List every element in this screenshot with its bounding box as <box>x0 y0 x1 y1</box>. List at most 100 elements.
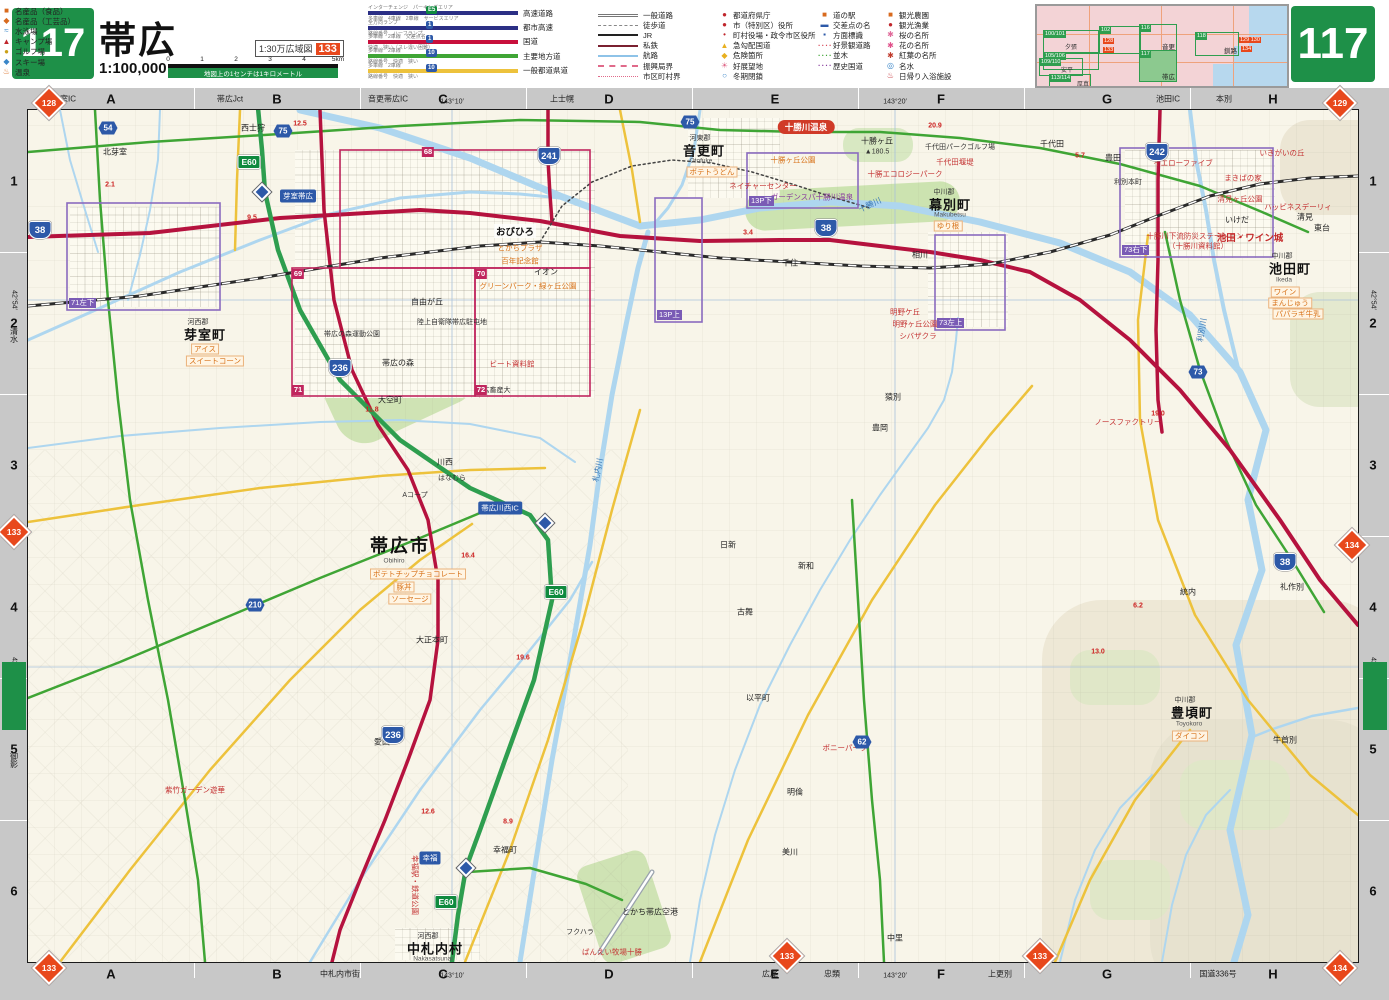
map-label: 帯広の森運動公園 <box>324 331 380 338</box>
grid-strip-top: A B C D E F G H 芽室IC 帯広Jct 音更帯広IC 上士幌 池田IC 本別 143°10′ 1… <box>0 88 1389 110</box>
map-label: 大空町 <box>378 395 402 405</box>
legend-facility-row: ■ 名産品（食品） <box>0 6 75 16</box>
city-inset-tag-72: 72 <box>474 385 488 395</box>
map-label: 20.9 <box>928 122 942 130</box>
route-badge-73: 73 <box>1188 365 1208 379</box>
legend-sight-row: ■ 観光農園 <box>884 10 952 20</box>
edge-helper: 音更帯広IC <box>368 94 408 104</box>
scale-bar-ticks: 0 1 2 3 4 5km <box>166 56 344 64</box>
legend-sight-row: ◎ 名水 <box>884 61 952 71</box>
grid-number-3: 3 <box>10 457 18 473</box>
page-inset-tag: 71左下 <box>69 298 97 308</box>
map-label: 帯広の森 <box>382 358 414 368</box>
route-badge-E60: E60 <box>544 585 568 599</box>
grid-tick <box>194 88 195 110</box>
map-label: Obihiro <box>383 557 405 565</box>
grid-tick <box>1024 88 1025 110</box>
legend-glyph: ≈ <box>4 26 9 36</box>
grid-letter-H: H <box>1268 966 1278 982</box>
map-label: 6.2 <box>1133 602 1143 610</box>
legend-glyph: ☀ <box>720 61 729 71</box>
map-label: 11.8 <box>365 406 379 414</box>
grid-tick <box>1358 252 1389 253</box>
grid-tick <box>360 88 361 110</box>
index-adjacent-page: 133 <box>1103 47 1115 53</box>
map-canvas[interactable]: 68 69 70 71 72 71左下 13P下 13P上 73左上 73右下 河西郡 芽室町 帯広市 O… <box>27 109 1359 963</box>
index-page-number: 118 <box>1196 33 1207 40</box>
page-inset-tag: 13P下 <box>749 196 774 206</box>
header: 117 帯広 1:100,000 1:30万広域図 133 0 1 2 3 4 5km 地… <box>0 0 1389 88</box>
index-adjacent-page: 129 130 <box>1239 37 1261 43</box>
page-link-number: 128 <box>41 98 57 108</box>
index-adjacent-page: 134 <box>1241 46 1253 52</box>
legend-glyph: ● <box>4 46 9 56</box>
grid-number-1: 1 <box>10 173 18 189</box>
scale-bar-note: 地図上の1センチは1キロメートル <box>168 68 338 78</box>
map-label: Ikeda <box>1276 276 1292 284</box>
map-label: 清見ヶ丘公園 <box>1217 194 1263 204</box>
edge-helper: 御影 <box>9 752 19 768</box>
legend-point-row: ◆ 危険箇所 <box>718 51 816 61</box>
index-place-name: 釧路 <box>1224 48 1237 55</box>
legend-point-row: ☀ 好展望地 <box>718 61 816 71</box>
map-label: ガーデンスパ十勝川温泉 <box>770 192 854 202</box>
map-label: 十勝ヶ丘 <box>861 136 893 146</box>
map-label: ノースファクトリー <box>1094 417 1162 427</box>
scale-tick: 5km <box>331 56 345 63</box>
scale-tick: 4 <box>302 56 306 63</box>
page-link-number: 134 <box>1344 540 1360 550</box>
grid-letter-H: H <box>1268 91 1278 107</box>
map-label: （十勝川資料館） <box>1168 241 1228 251</box>
index-page-number: 117 <box>1140 51 1151 58</box>
road-annotation: 多車線 2車線 <box>368 48 401 55</box>
scale-bar: 0 1 2 3 4 5km 地図上の1センチは1キロメートル <box>166 56 344 78</box>
index-page-number: 109/110 <box>1040 59 1062 66</box>
route-badge-242: 242 <box>1145 143 1169 161</box>
grid-number-1: 1 <box>1369 173 1377 189</box>
grid-letter-G: G <box>1101 91 1113 107</box>
longitude-label: 143°20′ <box>883 972 907 980</box>
grid-tick <box>692 962 693 978</box>
legend-glyph: ◆ <box>721 50 728 60</box>
line-swatch-一般道路 <box>598 13 638 17</box>
map-label: 牛首別 <box>1273 735 1297 745</box>
legend-line-row: 徒歩道 <box>598 20 681 30</box>
route-badge-E60: E60 <box>237 155 261 169</box>
grid-tick <box>360 962 361 978</box>
map-label: 19.6 <box>516 654 530 662</box>
map-label: グリーンパーク・緑ヶ丘公園 <box>479 281 577 291</box>
grid-tick <box>858 88 859 110</box>
legend-sight-row: ● 観光漁業 <box>884 20 952 30</box>
road-number-sample: 1 <box>426 20 434 29</box>
specialty-badge: ポテトチップチョコレート <box>370 568 466 580</box>
map-label: 千住 <box>782 258 798 268</box>
road-annotation: 路線番号 快適 狭い <box>368 73 419 80</box>
legend-glyph: ···· <box>818 40 833 50</box>
wide-map-label: 1:30万広域図 <box>259 44 313 54</box>
legend-line-row: 一般道路 <box>598 10 681 20</box>
map-label: 新和 <box>798 561 814 571</box>
page-number-badge-right: 117 <box>1291 6 1375 82</box>
route-badge-38: 38 <box>814 219 838 237</box>
legend-feature-row: ■ 道の駅 <box>818 10 871 20</box>
legend-facility-row: ♨ 温泉 <box>0 67 75 77</box>
grid-letter-A: A <box>106 91 116 107</box>
edge-helper: 忠類 <box>824 969 840 979</box>
legend-label: 市区町村界 <box>643 71 681 81</box>
legend-label: 国道 <box>523 37 538 47</box>
legend-glyph: ✱ <box>887 40 894 50</box>
legend-facility-row: ▲ キャンプ場 <box>0 37 75 47</box>
specialty-badge: スイートコーン <box>185 355 245 367</box>
line-swatch-航路 <box>598 54 638 57</box>
grid-number-6: 6 <box>10 883 18 899</box>
grid-tick <box>1358 820 1389 821</box>
map-label: 8.9 <box>503 818 513 826</box>
index-map: 100/101 105/106 102 109/110 113/114 116 音更 117 帯… <box>1035 4 1289 88</box>
map-label: 統内 <box>1180 587 1196 597</box>
map-label: Otofuke <box>689 157 713 165</box>
legend-sight-row: ✱ 桜の名所 <box>884 30 952 40</box>
side-tab-green <box>2 662 26 730</box>
map-label: 12.5 <box>293 120 307 128</box>
road-annotation: 多車線 2車線 交差点名 <box>368 33 426 40</box>
grid-tick <box>1190 88 1191 110</box>
